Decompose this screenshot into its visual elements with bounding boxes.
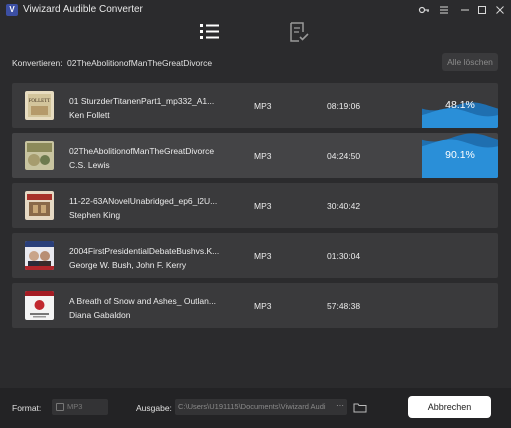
clear-all-button[interactable]: Alle löschen [442, 53, 498, 71]
close-icon[interactable] [492, 2, 508, 18]
converting-label: Konvertieren: [12, 58, 63, 68]
item-duration: 08:19:06 [327, 101, 361, 111]
list-item[interactable]: FOLLETT 01 SturzderTitanenPart1_mp332_A1… [12, 83, 498, 128]
item-author: Diana Gabaldon [69, 310, 131, 320]
item-format: MP3 [254, 251, 272, 261]
item-title: 02TheAbolitionofManTheGreatDivorce [69, 146, 215, 156]
list-item[interactable]: 02TheAbolitionofManTheGreatDivorce C.S. … [12, 133, 498, 178]
app-logo-icon: V [6, 4, 18, 16]
item-duration: 01:30:04 [327, 251, 361, 261]
list-item[interactable]: 2004FirstPresidentialDebateBushvs.K... G… [12, 233, 498, 278]
audiobook-cover [25, 291, 54, 320]
minimize-icon[interactable] [457, 2, 473, 18]
progress-indicator: 48.1% [422, 83, 498, 128]
status-bar: Konvertieren: 02TheAbolitionofManTheGrea… [0, 52, 511, 72]
current-file-name: 02TheAbolitionofManTheGreatDivorce [67, 58, 213, 68]
progress-percent: 90.1% [445, 149, 475, 161]
app-title: Viwizard Audible Converter [23, 4, 143, 15]
maximize-icon[interactable] [474, 2, 490, 18]
audiobook-cover [25, 191, 54, 220]
item-format: MP3 [254, 201, 272, 211]
browse-more-button[interactable]: ··· [333, 399, 347, 415]
menu-icon[interactable] [436, 2, 452, 18]
list-icon[interactable] [198, 20, 222, 44]
footer-bar: Format: MP3 Ausgabe: C:\Users\U191115\Do… [0, 388, 511, 428]
audiobook-cover [25, 241, 54, 270]
item-author: Ken Follett [69, 110, 110, 120]
item-title: A Breath of Snow and Ashes_ Outlan... [69, 296, 216, 306]
item-title: 2004FirstPresidentialDebateBushvs.K... [69, 246, 220, 256]
open-folder-icon[interactable] [352, 399, 368, 415]
output-label: Ausgabe: [136, 403, 172, 413]
item-author: George W. Bush, John F. Kerry [69, 260, 187, 270]
audiobook-cover [25, 141, 54, 170]
title-bar: V Viwizard Audible Converter [0, 0, 511, 20]
format-label: Format: [12, 403, 42, 413]
item-format: MP3 [254, 151, 272, 161]
item-author: C.S. Lewis [69, 160, 110, 170]
item-format: MP3 [254, 101, 272, 111]
item-format: MP3 [254, 301, 272, 311]
list-item[interactable]: 11-22-63ANovelUnabridged_ep6_l2U... Step… [12, 183, 498, 228]
list-item[interactable]: A Breath of Snow and Ashes_ Outlan... Di… [12, 283, 498, 328]
converted-history-icon[interactable] [287, 20, 311, 44]
item-duration: 30:40:42 [327, 201, 361, 211]
svg-text:FOLLETT: FOLLETT [29, 99, 51, 104]
format-icon [56, 403, 64, 411]
item-duration: 04:24:50 [327, 151, 361, 161]
cancel-button[interactable]: Abbrechen [408, 396, 491, 418]
output-path-field[interactable]: C:\Users\U191115\Documents\Viwizard Audi [175, 399, 347, 415]
audiobook-cover: FOLLETT [25, 91, 54, 120]
key-icon[interactable] [416, 2, 432, 18]
item-author: Stephen King [69, 210, 121, 220]
progress-percent: 48.1% [445, 99, 475, 111]
item-duration: 57:48:38 [327, 301, 361, 311]
item-title: 11-22-63ANovelUnabridged_ep6_l2U... [69, 196, 218, 206]
item-title: 01 SturzderTitanenPart1_mp332_A1... [69, 96, 215, 106]
progress-indicator: 90.1% [422, 133, 498, 178]
